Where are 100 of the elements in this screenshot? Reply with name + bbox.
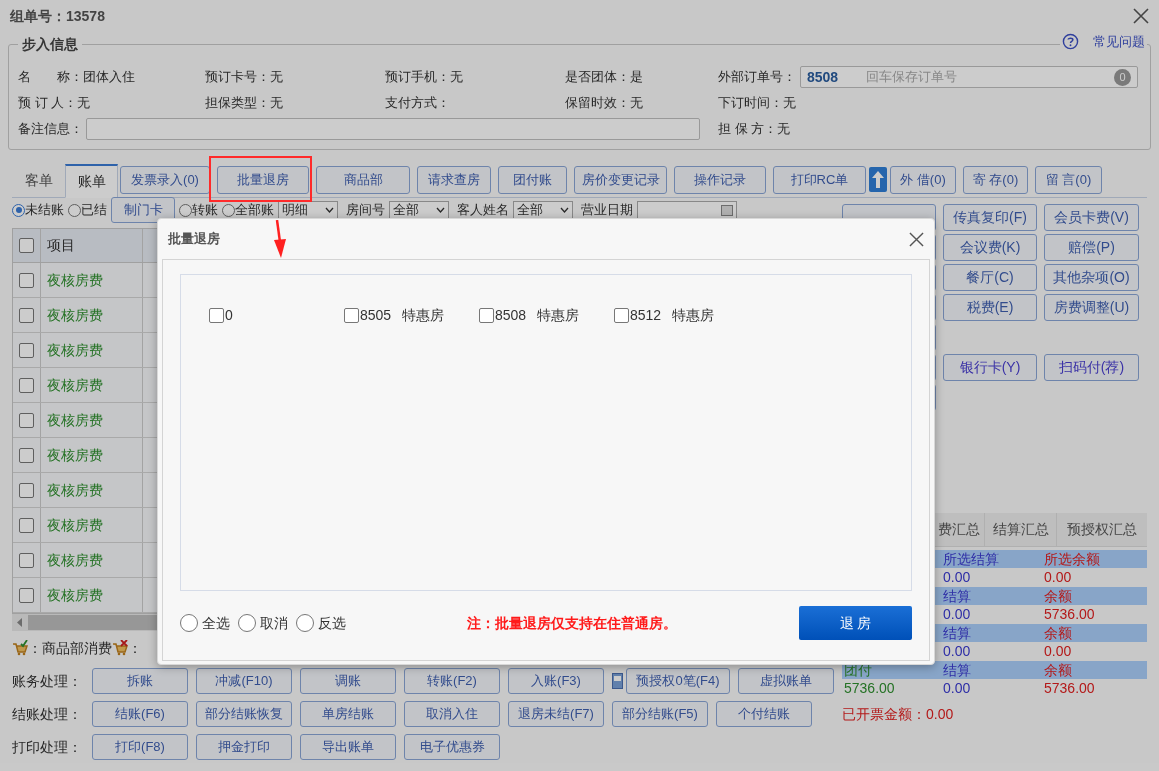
action-button[interactable]: 入账(F3) [508, 668, 604, 694]
row-label: 打印处理： [12, 737, 83, 757]
legend-label: ：商品部消费 [28, 638, 112, 658]
toolbar-button[interactable]: 批量退房 [217, 165, 309, 194]
charge-button[interactable]: 赔偿(P) [1044, 234, 1139, 261]
order-number-field[interactable]: 8508 回车保存订单号 0 [800, 66, 1138, 88]
summary-value: 5736.00 [1044, 605, 1095, 624]
field-label: 保留时效： [565, 94, 630, 113]
charge-button[interactable]: 房费调整(U) [1044, 294, 1139, 321]
checkout-button[interactable]: 退 房 [799, 606, 912, 640]
action-button[interactable]: 拆账 [92, 668, 188, 694]
action-button[interactable]: 结账(F6) [92, 701, 188, 727]
summary-value: 0.00 [943, 568, 971, 587]
summary-heading: 余额 [1044, 660, 1072, 680]
row-label: 结账处理： [12, 704, 83, 724]
summary-value: 5736.00 [844, 679, 895, 698]
field-value: 无 [77, 94, 91, 113]
charge-button[interactable]: 银行卡(Y) [943, 354, 1037, 381]
table-cell: 夜核房费 [41, 333, 143, 367]
action-button[interactable]: 取消入住 [404, 701, 500, 727]
field-value: 无 [270, 94, 283, 113]
window-title: 组单号：13578 [10, 6, 105, 26]
make-key-button[interactable]: 制门卡 [111, 197, 175, 223]
summary-tab[interactable]: 结算汇总 [984, 513, 1056, 546]
summary-heading: 余额 [1044, 586, 1072, 606]
action-button[interactable]: 部分结账恢复 [196, 701, 292, 727]
radio-label: 转账 [192, 201, 218, 220]
toolbar-button[interactable]: 团付账 [498, 165, 567, 194]
table-cell: 夜核房费 [41, 473, 143, 507]
action-button[interactable]: 导出账单 [300, 734, 396, 760]
table-cell: 夜核房费 [41, 298, 143, 332]
dialog-title: 批量退房 [168, 230, 220, 249]
invoiced-amount: 已开票金额：0.00 [842, 706, 954, 722]
charge-button[interactable]: 税费(E) [943, 294, 1037, 321]
summary-value: 5736.00 [1044, 679, 1095, 698]
table-cell: 夜核房费 [41, 438, 143, 472]
summary-value: 0.00 [1044, 642, 1072, 661]
action-button[interactable]: 部分结账(F5) [612, 701, 708, 727]
action-button[interactable]: 押金打印 [196, 734, 292, 760]
action-button[interactable]: 转账(F2) [404, 668, 500, 694]
room-number: 0 [225, 306, 233, 325]
legend-label: ： [128, 638, 142, 658]
toolbar-button[interactable]: 商品部 [316, 165, 410, 194]
room-number: 8505 [360, 306, 392, 325]
toolbar-button[interactable]: 房价变更记录 [574, 165, 667, 194]
toolbar-button[interactable]: 寄 存(0) [963, 165, 1028, 194]
summary-value: 0.00 [943, 679, 971, 698]
summary-heading: 所选余额 [1044, 549, 1100, 569]
table-cell: 夜核房费 [41, 508, 143, 542]
toolbar-button[interactable]: 外 借(0) [890, 165, 956, 194]
action-button[interactable]: 单房结账 [300, 701, 396, 727]
charge-button[interactable]: 会员卡费(V) [1044, 204, 1139, 231]
toolbar-button[interactable]: 操作记录 [674, 165, 766, 194]
note-text: 注：批量退房仅支持在住普通房。 [467, 613, 677, 633]
table-cell: 夜核房费 [41, 368, 143, 402]
field-value: 无 [777, 120, 791, 139]
summary-heading: 结算 [943, 623, 971, 643]
action-button[interactable]: 调账 [300, 668, 396, 694]
field-label: 预订卡号： [205, 68, 270, 87]
charge-button[interactable]: 餐厅(C) [943, 264, 1037, 291]
summary-value: 0.00 [1044, 568, 1072, 587]
toolbar-button[interactable]: 请求查房 [417, 165, 491, 194]
room-type: 特惠房 [402, 306, 445, 325]
section-title: 步入信息 [18, 34, 82, 55]
field-value: 是 [630, 68, 643, 87]
radio-label: 反选 [318, 613, 346, 633]
toolbar-button[interactable]: 打印RC单 [773, 165, 866, 194]
action-button[interactable]: 虚拟账单 [738, 668, 834, 694]
filter-label: 营业日期 [581, 201, 633, 220]
column-header[interactable]: 项目 [41, 229, 143, 262]
toolbar-button[interactable]: 留 言(0) [1035, 165, 1102, 194]
tab[interactable]: 账单 [65, 164, 118, 198]
action-button[interactable]: 退房未结(F7) [508, 701, 604, 727]
summary-tab[interactable]: 预授权汇总 [1056, 513, 1147, 546]
field-label: 预订手机： [385, 68, 450, 87]
summary-heading: 余额 [1044, 623, 1072, 643]
action-button[interactable]: 个付结账 [716, 701, 812, 727]
field-label: 是否团体： [565, 68, 630, 87]
room-type: 特惠房 [537, 306, 580, 325]
action-button[interactable]: 冲减(F10) [196, 668, 292, 694]
radio-label: 取消 [260, 613, 288, 633]
field-value: 无 [270, 68, 283, 87]
action-button[interactable]: 打印(F8) [92, 734, 188, 760]
field-label: 名 称： [18, 68, 83, 87]
summary-heading: 所选结算 [943, 549, 999, 569]
action-button[interactable]: 预授权0笔(F4) [626, 668, 730, 694]
charge-button[interactable]: 传真复印(F) [943, 204, 1037, 231]
table-cell: 夜核房费 [41, 263, 143, 297]
field-label: 担保类型： [205, 94, 270, 113]
field-value: 团体入住 [83, 68, 135, 87]
summary-tab[interactable]: 费汇总 [842, 513, 984, 546]
toolbar-button[interactable]: 发票录入(0) [120, 165, 210, 194]
tab[interactable]: 客单 [12, 163, 65, 197]
summary-heading: 结算 [943, 586, 971, 606]
charge-button[interactable]: 扫码付(荐) [1044, 354, 1139, 381]
charge-button[interactable]: 会议费(K) [943, 234, 1037, 261]
summary-value: 0.00 [943, 642, 971, 661]
action-button[interactable]: 电子优惠券 [404, 734, 500, 760]
table-cell: 夜核房费 [41, 578, 143, 612]
charge-button[interactable]: 其他杂项(O) [1044, 264, 1139, 291]
